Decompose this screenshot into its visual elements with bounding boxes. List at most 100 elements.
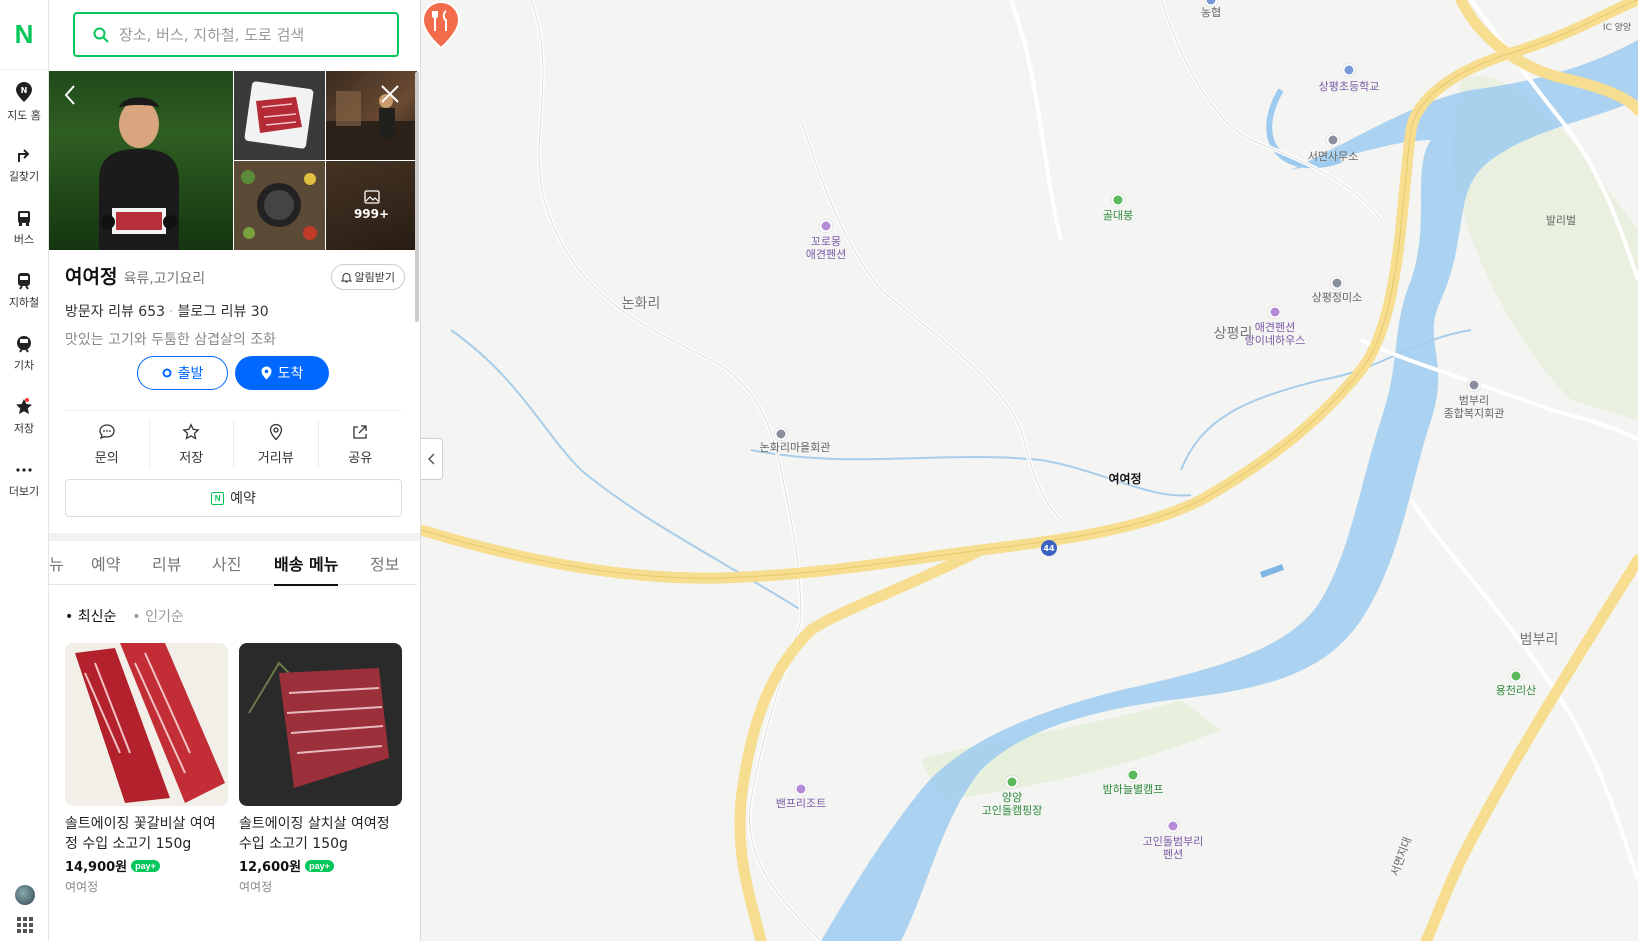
restaurant-pin-icon[interactable] bbox=[421, 0, 461, 50]
action-label: 문의 bbox=[94, 450, 119, 466]
rail-label: 길찾기 bbox=[8, 169, 40, 183]
scrollbar[interactable] bbox=[415, 72, 419, 322]
photo-prev-icon[interactable] bbox=[63, 84, 77, 112]
map-label-camping2[interactable]: 밤하늘별캠프 bbox=[1103, 783, 1164, 796]
tab-menu[interactable]: 뉴 bbox=[49, 551, 64, 575]
star-icon bbox=[16, 398, 32, 414]
rail-item-subway[interactable]: 지하철 bbox=[0, 259, 48, 322]
share-icon bbox=[353, 424, 367, 439]
map-label-benf[interactable]: 밴프리조트 bbox=[776, 797, 827, 810]
separator-dot: · bbox=[169, 304, 174, 320]
photo-more[interactable]: 999+ bbox=[326, 161, 417, 250]
rail-item-saved[interactable]: 저장 bbox=[0, 385, 48, 448]
rail-label: 기차 bbox=[13, 358, 35, 372]
map-label-golmae[interactable]: 골대봉 bbox=[1103, 209, 1133, 222]
map-label-beombu-hall[interactable]: 범부리 종합복지회관 bbox=[1444, 394, 1505, 420]
subway-icon bbox=[18, 272, 30, 290]
alarm-button[interactable]: 알림받기 bbox=[330, 264, 405, 290]
resort-icon[interactable] bbox=[794, 782, 808, 796]
tab-bar: 뉴 예약 리뷰 사진 배송 메뉴 정보 bbox=[49, 541, 417, 586]
shop-icon[interactable] bbox=[1330, 276, 1344, 290]
map-label-nonghyup[interactable]: 농협 bbox=[1201, 6, 1221, 19]
pin-label[interactable]: 여여정 bbox=[1108, 470, 1141, 487]
map-label-beombuli: 범부리 bbox=[1519, 632, 1559, 648]
collapse-panel-button[interactable] bbox=[421, 438, 443, 480]
tab-reservation[interactable]: 예약 bbox=[91, 551, 120, 575]
avatar[interactable] bbox=[14, 885, 35, 905]
school-icon[interactable] bbox=[1342, 63, 1356, 77]
sort-latest[interactable]: • 최신순 bbox=[65, 606, 116, 626]
more-icon bbox=[16, 467, 32, 472]
action-label: 저장 bbox=[179, 450, 204, 466]
place-description: 맛있는 고기와 두툼한 삼겹살의 조화 bbox=[65, 332, 276, 348]
product-price: 14,900원 bbox=[65, 860, 128, 875]
office-icon[interactable] bbox=[1326, 133, 1340, 147]
hall-icon[interactable] bbox=[1467, 378, 1481, 392]
photo-gallery[interactable]: 999+ bbox=[49, 71, 417, 250]
map-label-nonhwari-hall[interactable]: 논화리마을회관 bbox=[760, 441, 831, 454]
action-inquiry[interactable]: 문의 bbox=[65, 420, 150, 468]
photo-meat[interactable] bbox=[234, 71, 325, 160]
sort-popular[interactable]: • 인기순 bbox=[132, 606, 183, 626]
mountain-icon[interactable] bbox=[1111, 193, 1125, 207]
naver-logo[interactable]: N bbox=[0, 0, 48, 70]
blog-reviews[interactable]: 블로그 리뷰 30 bbox=[177, 304, 268, 320]
product-name: 솔트에이징 꽃갈비살 여여정 수입 소고기 150g bbox=[65, 816, 216, 852]
product-image[interactable] bbox=[65, 643, 228, 806]
action-streetview[interactable]: 거리뷰 bbox=[234, 420, 319, 468]
search-input[interactable] bbox=[119, 25, 369, 44]
product-image[interactable] bbox=[239, 643, 402, 806]
tab-delivery-menu[interactable]: 배송 메뉴 bbox=[274, 551, 339, 586]
map-canvas[interactable]: 논화리 상평리 범부리 농협 상평초등학교 서면사무소 골대봉 꼬로몽 애견펜션… bbox=[421, 0, 1638, 941]
action-save[interactable]: 저장 bbox=[150, 420, 234, 468]
svg-text:N: N bbox=[21, 86, 28, 95]
npay-badge: pay+ bbox=[131, 859, 160, 872]
visitor-reviews[interactable]: 방문자 리뷰 653 bbox=[65, 304, 165, 320]
rail-item-bus[interactable]: 버스 bbox=[0, 196, 48, 259]
pension-icon[interactable] bbox=[1166, 819, 1180, 833]
hall-icon[interactable] bbox=[774, 427, 788, 441]
reserve-button[interactable]: N 예약 bbox=[65, 479, 402, 517]
start-button[interactable]: 출발 bbox=[137, 356, 228, 390]
place-title: 여여정 bbox=[65, 266, 118, 288]
pension-icon[interactable] bbox=[819, 219, 833, 233]
tab-info[interactable]: 정보 bbox=[370, 551, 399, 575]
action-label: 공유 bbox=[348, 450, 373, 466]
rail-item-directions[interactable]: 길찾기 bbox=[0, 133, 48, 196]
map-label-sangpyeong-shop[interactable]: 상평정미소 bbox=[1312, 291, 1363, 304]
camping-icon[interactable] bbox=[1005, 775, 1019, 789]
rail-item-train[interactable]: 기차 bbox=[0, 322, 48, 385]
side-rail: N N 지도 홈 길찾기 버스 지하철 기차 저장 더보기 bbox=[0, 0, 49, 941]
pension-icon[interactable] bbox=[1268, 305, 1282, 319]
map-label-pension1[interactable]: 꼬로몽 애견펜션 bbox=[806, 235, 846, 261]
photo-grill[interactable] bbox=[234, 161, 325, 250]
grill-photo bbox=[234, 161, 325, 250]
photo-count: 999+ bbox=[353, 207, 390, 221]
arrive-button[interactable]: 도착 bbox=[235, 356, 329, 390]
bus-icon bbox=[18, 210, 30, 226]
camping-icon[interactable] bbox=[1126, 768, 1140, 782]
search-box[interactable] bbox=[73, 12, 399, 57]
mountain-icon[interactable] bbox=[1509, 669, 1523, 683]
product-card[interactable]: 솔트에이징 꽃갈비살 여여정 수입 소고기 150g 14,900원 pay+ 여… bbox=[65, 643, 228, 895]
map-label-school[interactable]: 상평초등학교 bbox=[1319, 80, 1380, 93]
action-share[interactable]: 공유 bbox=[319, 420, 403, 468]
tab-photo[interactable]: 사진 bbox=[212, 551, 241, 575]
sort-options: • 최신순 • 인기순 bbox=[65, 606, 184, 626]
map-label-yongcheon[interactable]: 용천리산 bbox=[1496, 684, 1536, 697]
rail-item-more[interactable]: 더보기 bbox=[0, 448, 48, 511]
product-card[interactable]: 솔트에이징 살치살 여여정 수입 소고기 150g 12,600원 pay+ 여여… bbox=[239, 643, 402, 895]
tab-review[interactable]: 리뷰 bbox=[152, 551, 181, 575]
close-icon[interactable] bbox=[380, 84, 400, 110]
map-label-pension2[interactable]: 애견펜션 랑이네하우스 bbox=[1245, 321, 1306, 347]
reserve-label: 예약 bbox=[230, 491, 256, 507]
map-label-office[interactable]: 서면사무소 bbox=[1308, 150, 1359, 163]
map-label-pension3[interactable]: 고인돌범부리 펜션 bbox=[1143, 835, 1204, 861]
map-label-ic[interactable]: IC 양양 bbox=[1603, 22, 1631, 35]
apps-grid-icon[interactable] bbox=[16, 917, 33, 933]
rail-item-map-home[interactable]: N 지도 홈 bbox=[0, 70, 48, 133]
photo-interior[interactable] bbox=[326, 71, 417, 160]
action-label: 거리뷰 bbox=[257, 450, 294, 466]
map-label-balli[interactable]: 발리벌 bbox=[1546, 214, 1576, 227]
map-label-camping1[interactable]: 양양 고인돌캠핑장 bbox=[982, 791, 1043, 817]
